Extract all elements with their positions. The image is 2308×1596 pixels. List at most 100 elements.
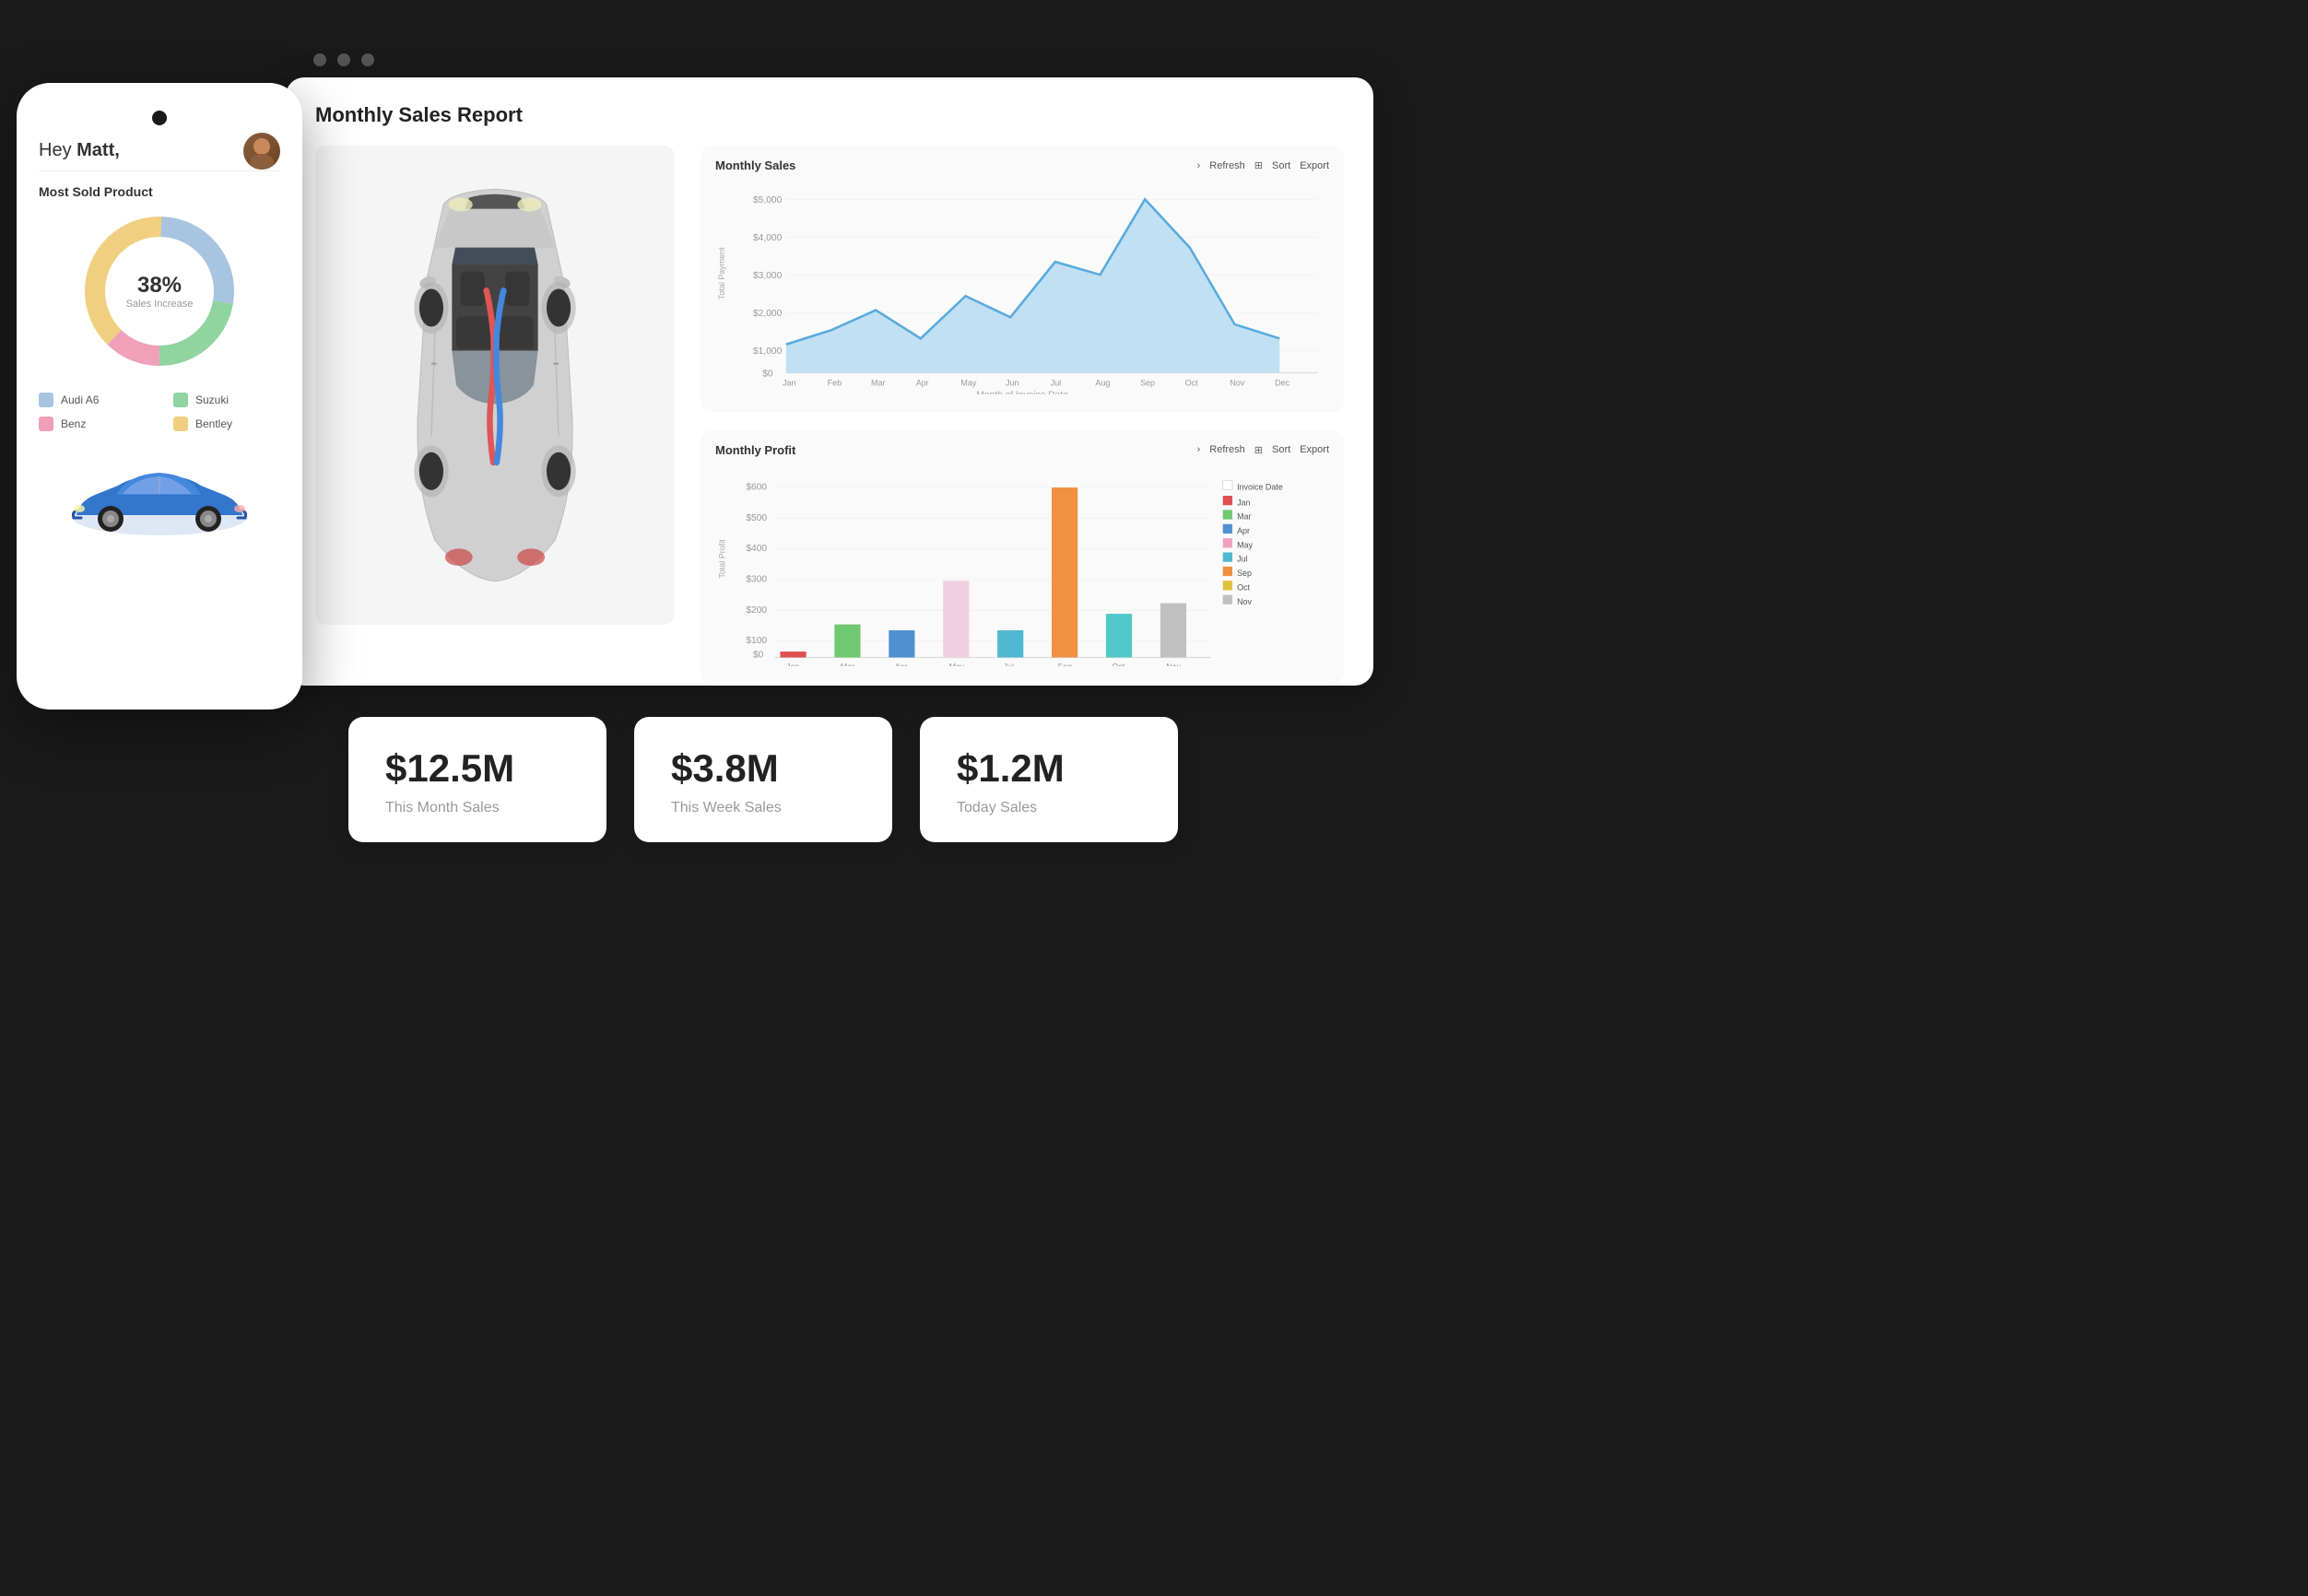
svg-text:Nov: Nov [1230, 379, 1244, 388]
svg-text:Total Payment: Total Payment [717, 247, 726, 299]
sort-btn-2[interactable]: Sort [1272, 444, 1290, 455]
svg-text:Aug: Aug [1095, 379, 1110, 388]
svg-text:Jan: Jan [783, 379, 795, 388]
svg-text:May: May [1237, 540, 1253, 549]
svg-text:Oct: Oct [1237, 582, 1250, 592]
phone-mockup: Hey Matt, Most Sold Product 38% Sales In… [17, 83, 302, 710]
stat-label-1: This Week Sales [671, 800, 855, 816]
svg-text:Mar: Mar [1237, 511, 1251, 521]
legend-item-0: Audi A6 [39, 393, 146, 407]
svg-text:Jan: Jan [1237, 498, 1250, 507]
refresh-icon-2: › [1197, 444, 1201, 455]
donut-percent: 38% [126, 273, 194, 299]
svg-text:$600: $600 [746, 482, 767, 492]
svg-text:$500: $500 [746, 512, 767, 522]
stat-card-1: $3.8M This Week Sales [634, 717, 892, 842]
avatar-image [243, 133, 280, 170]
svg-text:Invoice Date: Invoice Date [1237, 482, 1283, 491]
svg-text:$1,000: $1,000 [753, 346, 783, 357]
svg-text:$3,000: $3,000 [753, 271, 783, 281]
svg-text:May: May [949, 662, 965, 666]
svg-text:$5,000: $5,000 [753, 195, 783, 205]
legend-item-1: Suzuki [173, 393, 280, 407]
stat-value-0: $12.5M [385, 746, 570, 791]
dashboard-panel: Monthly Sales Report [286, 77, 1373, 686]
svg-text:Sep: Sep [1140, 379, 1155, 388]
donut-center: 38% Sales Increase [126, 273, 194, 310]
most-sold-title: Most Sold Product [39, 184, 280, 199]
sort-btn[interactable]: Sort [1272, 160, 1290, 171]
nav-dots [313, 53, 374, 66]
legend-color-2 [39, 417, 53, 431]
legend-grid: Audi A6 Suzuki Benz Bentley [39, 393, 280, 431]
donut-label: Sales Increase [126, 299, 194, 310]
stat-card-0: $12.5M This Month Sales [348, 717, 606, 842]
svg-text:$100: $100 [746, 636, 767, 646]
bar-apr [889, 630, 914, 657]
svg-text:$300: $300 [746, 574, 767, 584]
svg-text:Jun: Jun [1006, 379, 1019, 388]
export-btn-2[interactable]: Export [1300, 444, 1329, 455]
monthly-sales-header: Monthly Sales › Refresh ⊞ Sort Export [715, 158, 1329, 172]
grid-icon: ⊞ [1254, 159, 1263, 171]
svg-text:Jul: Jul [1237, 554, 1247, 563]
stat-card-2: $1.2M Today Sales [920, 717, 1178, 842]
monthly-sales-svg: $5,000 $4,000 $3,000 $2,000 $1,000 $0 To… [715, 182, 1329, 394]
stat-label-2: Today Sales [957, 800, 1141, 816]
svg-text:$4,000: $4,000 [753, 233, 783, 243]
monthly-profit-svg: $600 $500 $400 $300 $200 $100 $0 Total P… [715, 466, 1329, 667]
donut-chart: 38% Sales Increase [77, 208, 242, 374]
svg-text:Nov: Nov [1166, 662, 1181, 666]
dashboard-content: Monthly Sales › Refresh ⊞ Sort Export $5… [315, 146, 1344, 684]
svg-text:Apr: Apr [916, 379, 929, 388]
car-svg [58, 455, 261, 538]
svg-text:Total Profit: Total Profit [717, 538, 726, 578]
dot-1 [313, 53, 326, 66]
car-main-image [315, 146, 675, 625]
legend-label-0: Audi A6 [61, 393, 99, 406]
avatar [243, 133, 280, 170]
svg-text:Jul: Jul [1051, 379, 1061, 388]
refresh-icon: › [1197, 160, 1201, 171]
svg-text:Dec: Dec [1275, 379, 1289, 388]
svg-text:$2,000: $2,000 [753, 309, 783, 319]
car-top-view-svg [366, 173, 624, 597]
legend-color-0 [39, 393, 53, 407]
monthly-profit-header: Monthly Profit › Refresh ⊞ Sort Export [715, 443, 1329, 457]
svg-text:Jan: Jan [786, 662, 799, 666]
svg-text:Jul: Jul [1004, 662, 1014, 666]
dot-2 [337, 53, 350, 66]
svg-text:$400: $400 [746, 544, 767, 554]
svg-text:Sep: Sep [1057, 662, 1072, 666]
export-btn[interactable]: Export [1300, 160, 1329, 171]
bar-jan [780, 651, 806, 657]
svg-text:Mar: Mar [841, 662, 854, 666]
svg-text:$200: $200 [746, 604, 767, 615]
svg-text:Feb: Feb [828, 379, 842, 388]
refresh-btn[interactable]: Refresh [1209, 160, 1245, 171]
stat-value-2: $1.2M [957, 746, 1141, 791]
bar-may [943, 581, 969, 657]
svg-text:Apr: Apr [1237, 526, 1250, 535]
dot-3 [361, 53, 374, 66]
legend-label-2: Benz [61, 417, 86, 430]
legend-item-2: Benz [39, 417, 146, 431]
phone-car-image [39, 446, 280, 538]
phone-camera [152, 111, 167, 125]
grid-icon-2: ⊞ [1254, 444, 1263, 456]
bar-mar [834, 624, 860, 657]
svg-text:May: May [960, 379, 976, 388]
monthly-profit-card: Monthly Profit › Refresh ⊞ Sort Export $… [701, 430, 1344, 685]
stat-label-0: This Month Sales [385, 800, 570, 816]
svg-text:Nov: Nov [1237, 596, 1252, 605]
refresh-btn-2[interactable]: Refresh [1209, 444, 1245, 455]
svg-text:$0: $0 [753, 650, 764, 660]
stat-cards: $12.5M This Month Sales $3.8M This Week … [348, 717, 1178, 842]
svg-text:Apr: Apr [895, 662, 908, 666]
legend-label-1: Suzuki [195, 393, 229, 406]
monthly-profit-title: Monthly Profit [715, 443, 795, 457]
bar-jul [997, 630, 1023, 657]
bar-sep [1052, 487, 1077, 657]
legend-item-3: Bentley [173, 417, 280, 431]
legend-color-1 [173, 393, 188, 407]
